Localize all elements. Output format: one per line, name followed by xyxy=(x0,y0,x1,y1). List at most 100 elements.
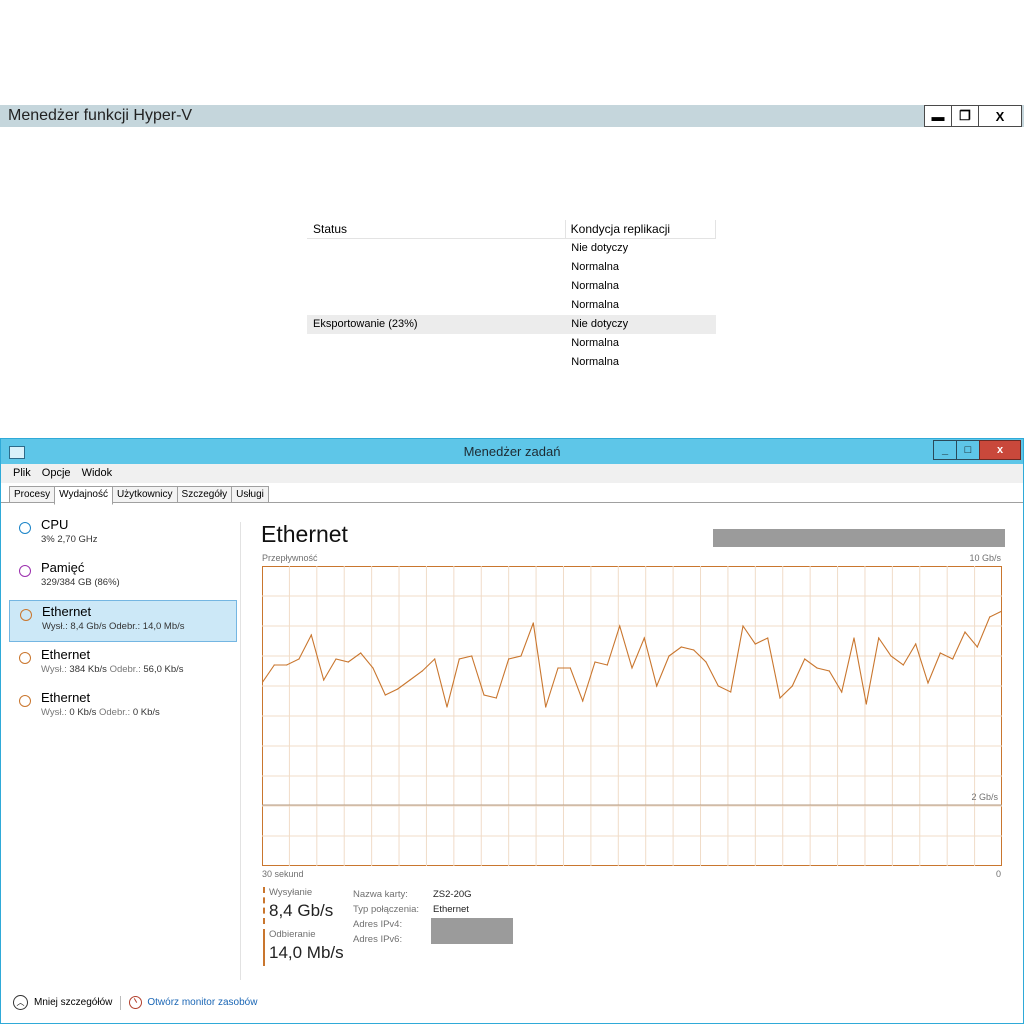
restore-button[interactable]: ❐ xyxy=(951,105,979,127)
series-send-point xyxy=(446,706,448,708)
restore-button[interactable]: □ xyxy=(956,440,980,460)
series-send-point xyxy=(384,694,386,696)
send-legend-marker xyxy=(263,887,267,924)
series-send-point xyxy=(397,688,399,690)
table-row[interactable]: Eksportowanie (23%) Nie dotyczy xyxy=(307,315,716,334)
tab-strip: Procesy Wydajność Użytkownicy Szczegóły … xyxy=(9,486,269,505)
series-send-point xyxy=(668,655,670,657)
series-send-point xyxy=(656,685,658,687)
series-send-point xyxy=(890,655,892,657)
series-send-point xyxy=(902,664,904,666)
table-row[interactable]: Normalna xyxy=(307,334,716,353)
status-cell xyxy=(307,258,565,277)
table-row[interactable]: Normalna xyxy=(307,258,716,277)
open-resource-monitor-link[interactable]: Otwórz monitor zasobów xyxy=(147,997,257,1008)
send-label: Wysł.: xyxy=(41,707,67,718)
tab-processes[interactable]: Procesy xyxy=(9,486,56,503)
table-row[interactable]: Nie dotyczy xyxy=(307,239,716,258)
series-send-point xyxy=(434,658,436,660)
series-send-point xyxy=(545,706,547,708)
chevron-up-icon[interactable]: ︿ xyxy=(13,995,28,1010)
close-button[interactable]: x xyxy=(979,440,1021,460)
column-header-replication[interactable]: Kondycja replikacji xyxy=(566,220,716,238)
replication-health-cell: Normalna xyxy=(571,261,619,273)
taskmgr-window-controls: _ □ x xyxy=(933,440,1021,460)
menu-item-view[interactable]: Widok xyxy=(82,464,113,483)
table-row[interactable]: Normalna xyxy=(307,277,716,296)
hyperv-window-controls: ▬ ❐ X xyxy=(924,105,1022,127)
series-send-point xyxy=(804,658,806,660)
series-send-point xyxy=(532,622,534,624)
taskmgr-title: Menedżer zadań xyxy=(463,444,561,459)
sidebar-item-memory[interactable]: Pamięć 329/384 GB (86%) xyxy=(9,557,237,598)
recv-value: 56,0 Kb/s xyxy=(143,664,184,675)
prop-connection-type: Typ połączenia: Ethernet xyxy=(353,904,469,915)
sidebar-item-label: CPU xyxy=(41,517,69,532)
chart-x-start: 30 sekund xyxy=(262,869,304,879)
tab-performance[interactable]: Wydajność xyxy=(54,486,113,505)
table-row[interactable]: Normalna xyxy=(307,353,716,372)
series-send-point xyxy=(705,661,707,663)
minimize-button[interactable]: _ xyxy=(933,440,957,460)
column-header-status[interactable]: Status xyxy=(307,220,566,238)
series-send-point xyxy=(989,616,991,618)
series-send-point xyxy=(335,658,337,660)
task-manager-window: Menedżer zadań _ □ x Plik Opcje Widok Pr… xyxy=(0,438,1024,1024)
minimize-button[interactable]: ▬ xyxy=(924,105,952,127)
chart-y-max: 10 Gb/s xyxy=(969,553,1001,563)
fewer-details-link[interactable]: Mniej szczegółów xyxy=(34,997,112,1008)
table-row[interactable]: Normalna xyxy=(307,296,716,315)
tab-users[interactable]: Użytkownicy xyxy=(111,486,178,503)
series-send-point xyxy=(310,634,312,636)
series-send-point xyxy=(952,658,954,660)
sidebar-item-label: Ethernet xyxy=(42,604,92,619)
series-send-point xyxy=(471,655,473,657)
sidebar-item-ethernet-1[interactable]: Ethernet Wysł.: 8,4 Gb/s Odebr.: 14,0 Mb… xyxy=(9,600,237,642)
menu-item-file[interactable]: Plik xyxy=(13,464,31,483)
status-cell xyxy=(307,239,565,258)
series-send-point xyxy=(606,664,608,666)
series-send-point xyxy=(360,652,362,654)
series-send-point xyxy=(693,649,695,651)
status-cell xyxy=(307,277,565,296)
series-send-point xyxy=(816,667,818,669)
series-send-point xyxy=(421,670,423,672)
replication-health-cell: Normalna xyxy=(571,337,619,349)
series-send-point xyxy=(286,664,288,666)
sidebar-item-cpu[interactable]: CPU 3% 2,70 GHz xyxy=(9,514,237,555)
redacted-ip-addresses xyxy=(431,918,513,944)
replication-health-cell: Nie dotyczy xyxy=(571,318,629,330)
series-send-point xyxy=(273,664,275,666)
series-send-point xyxy=(939,652,941,654)
close-button[interactable]: X xyxy=(978,105,1022,127)
series-send-point xyxy=(347,661,349,663)
sidebar-item-detail: 329/384 GB (86%) xyxy=(41,577,120,588)
ethernet-graph-icon xyxy=(19,695,31,707)
ethernet-graph-icon xyxy=(20,609,32,621)
series-send-point xyxy=(865,703,867,705)
sidebar-item-detail: Wysł.: 0 Kb/s Odebr.: 0 Kb/s xyxy=(41,707,160,718)
series-send-point xyxy=(483,694,485,696)
sidebar-item-ethernet-3[interactable]: Ethernet Wysł.: 0 Kb/s Odebr.: 0 Kb/s xyxy=(9,687,237,728)
series-send-point xyxy=(372,667,374,669)
resource-monitor-icon xyxy=(129,996,143,1009)
footer-divider xyxy=(120,995,122,1010)
sidebar-item-ethernet-2[interactable]: Ethernet Wysł.: 384 Kb/s Odebr.: 56,0 Kb… xyxy=(9,644,237,685)
sidebar-item-label: Ethernet xyxy=(41,647,91,662)
series-send-point xyxy=(767,637,769,639)
send-label: Wysł.: xyxy=(42,621,68,632)
sidebar-item-label: Ethernet xyxy=(41,690,91,705)
send-label: Wysł.: xyxy=(41,664,67,675)
menu-item-options[interactable]: Opcje xyxy=(42,464,71,483)
series-send-point xyxy=(976,646,978,648)
vm-table: Status Kondycja replikacji Nie dotyczy No… xyxy=(307,220,716,372)
tab-details[interactable]: Szczegóły xyxy=(176,486,233,503)
tab-services[interactable]: Usługi xyxy=(231,486,269,503)
taskmgr-footer: ︿ Mniej szczegółów Otwórz monitor zasobó… xyxy=(13,995,257,1010)
series-send-point xyxy=(730,691,732,693)
vm-table-body: Nie dotyczy Normalna Normalna Normalna Ekspo… xyxy=(307,239,716,372)
series-send-point xyxy=(643,637,645,639)
series-send-point xyxy=(631,667,633,669)
series-send-point xyxy=(594,661,596,663)
send-value: 384 Kb/s xyxy=(69,664,107,675)
